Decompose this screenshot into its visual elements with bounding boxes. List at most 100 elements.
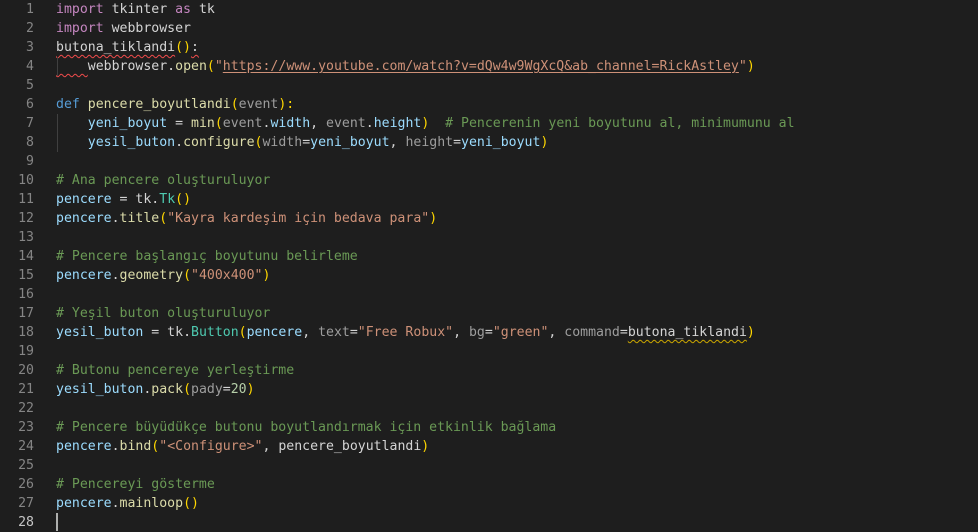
code-token: https://www.youtube.com/watch?v=dQw4w9Wg… [222, 59, 739, 74]
code-text: # Pencere başlangıç boyutunu belirleme [56, 247, 358, 266]
code-token: = [453, 135, 462, 150]
code-token: = [349, 325, 358, 340]
code-line[interactable]: 15 pencere.geometry("400x400") [0, 266, 978, 285]
code-line[interactable]: 6 def pencere_boyutlandi(event): [0, 95, 978, 114]
code-line[interactable]: 5 [0, 76, 978, 95]
code-token: pencere [56, 439, 112, 454]
code-line[interactable]: 11 pencere = tk.Tk() [0, 190, 978, 209]
code-token: pencere [56, 496, 112, 511]
code-text: def pencere_boyutlandi(event): [56, 95, 294, 114]
code-line[interactable]: 20 # Butonu pencereye yerleştirme [0, 361, 978, 380]
code-token: # Yeşil buton oluşturuluyor [56, 306, 271, 321]
line-number: 27 [18, 496, 34, 511]
code-line[interactable]: 13 [0, 228, 978, 247]
code-token: yesil_buton [56, 325, 144, 340]
code-token: : [190, 40, 199, 55]
code-token: tkinter [103, 2, 176, 17]
code-line[interactable]: 22 [0, 399, 978, 418]
line-number: 8 [26, 135, 34, 150]
code-token: open [175, 59, 207, 74]
line-number: 23 [18, 420, 34, 435]
code-token: # Pencere büyüdükçe butonu boyutlandırma… [56, 420, 557, 435]
code-line[interactable]: 23 # Pencere büyüdükçe butonu boyutlandır… [0, 418, 978, 437]
code-token: ( [206, 59, 215, 74]
code-line[interactable]: 26 # Pencereyi gösterme [0, 475, 978, 494]
line-number: 6 [26, 97, 34, 112]
line-number: 9 [26, 154, 34, 169]
code-token: ( [159, 211, 168, 226]
code-token: Button [191, 325, 239, 340]
code-text: # Pencereyi gösterme [56, 475, 215, 494]
code-line[interactable]: 9 [0, 152, 978, 171]
code-line[interactable]: 14 # Pencere başlangıç boyutunu belirleme [0, 247, 978, 266]
line-number: 3 [26, 40, 34, 55]
code-token: pack [151, 382, 184, 397]
code-token: ( [230, 97, 239, 112]
code-line[interactable]: 4 webbrowser.open("https://www.youtube.c… [0, 57, 978, 76]
code-token: = [302, 135, 311, 150]
code-token: ( [238, 325, 247, 340]
line-number: 28 [18, 515, 34, 530]
line-number: 12 [18, 211, 34, 226]
code-token: pencere [56, 211, 112, 226]
code-token: = [111, 192, 136, 207]
code-line[interactable]: 12 pencere.title("Kayra kardeşim için bed… [0, 209, 978, 228]
code-line[interactable]: 21 yesil_buton.pack(pady=20) [0, 380, 978, 399]
code-text: # Yeşil buton oluşturuluyor [56, 304, 270, 323]
code-token: pady [191, 382, 223, 397]
code-token: import [56, 21, 104, 36]
code-token: , [453, 325, 469, 340]
code-token: "400x400" [191, 268, 263, 283]
line-number: 15 [18, 268, 34, 283]
code-line[interactable]: 3 butona_tiklandi(): [0, 38, 978, 57]
code-line[interactable]: 24 pencere.bind("<Configure>", pencere_bo… [0, 437, 978, 456]
code-token: # Butonu pencereye yerleştirme [56, 363, 295, 378]
code-token: yesil_buton [56, 382, 144, 397]
line-number: 11 [18, 192, 34, 207]
code-token: = [619, 325, 628, 340]
code-text: yesil_buton = tk.Button(pencere, text="F… [56, 323, 755, 342]
code-token: = [143, 325, 168, 340]
line-number: 20 [18, 363, 34, 378]
code-token: pencere [56, 192, 112, 207]
code-token: , [310, 116, 327, 131]
code-token: ( [183, 382, 192, 397]
code-token: ) [429, 211, 438, 226]
code-token: yeni_boyut [310, 135, 390, 150]
code-line[interactable]: 1 import tkinter as tk [0, 0, 978, 19]
code-token: width [262, 135, 303, 150]
code-token: = [167, 116, 191, 131]
code-token: = [222, 382, 231, 397]
code-token: . [167, 59, 176, 74]
code-line[interactable]: 17 # Yeşil buton oluşturuluyor [0, 304, 978, 323]
code-token: pencere_boyutlandi [278, 439, 422, 454]
code-line[interactable]: 19 [0, 342, 978, 361]
code-token: 20 [230, 382, 247, 397]
line-number: 4 [26, 59, 34, 74]
code-line[interactable]: 10 # Ana pencere oluşturuluyor [0, 171, 978, 190]
code-line[interactable]: 8 yesil_buton.configure(width=yeni_boyut… [0, 133, 978, 152]
code-token: event [222, 116, 263, 131]
code-line[interactable]: 25 [0, 456, 978, 475]
code-token: ) [540, 135, 549, 150]
code-token: "Free Robux" [357, 325, 454, 340]
code-token: . [111, 268, 120, 283]
code-line[interactable]: 2 import webbrowser [0, 19, 978, 38]
line-number: 10 [18, 173, 34, 188]
code-text: yesil_buton.configure(width=yeni_boyut, … [56, 133, 549, 152]
code-token: # Pencerenin yeni boyutunu al, minimumun… [445, 116, 795, 131]
code-line[interactable]: 28 [0, 513, 978, 532]
code-token: ) [746, 325, 755, 340]
code-text: pencere.title("Kayra kardeşim için bedav… [56, 209, 437, 228]
code-line[interactable]: 27 pencere.mainloop() [0, 494, 978, 513]
code-token: tk [167, 325, 184, 340]
code-line[interactable]: 7 yeni_boyut = min(event.width, event.he… [0, 114, 978, 133]
code-line[interactable]: 16 [0, 285, 978, 304]
code-line[interactable]: 18 yesil_buton = tk.Button(pencere, text=… [0, 323, 978, 342]
code-token: # Ana pencere oluşturuluyor [56, 173, 271, 188]
code-editor[interactable]: 1 import tkinter as tk 2 import webbrowser 3… [0, 0, 978, 531]
